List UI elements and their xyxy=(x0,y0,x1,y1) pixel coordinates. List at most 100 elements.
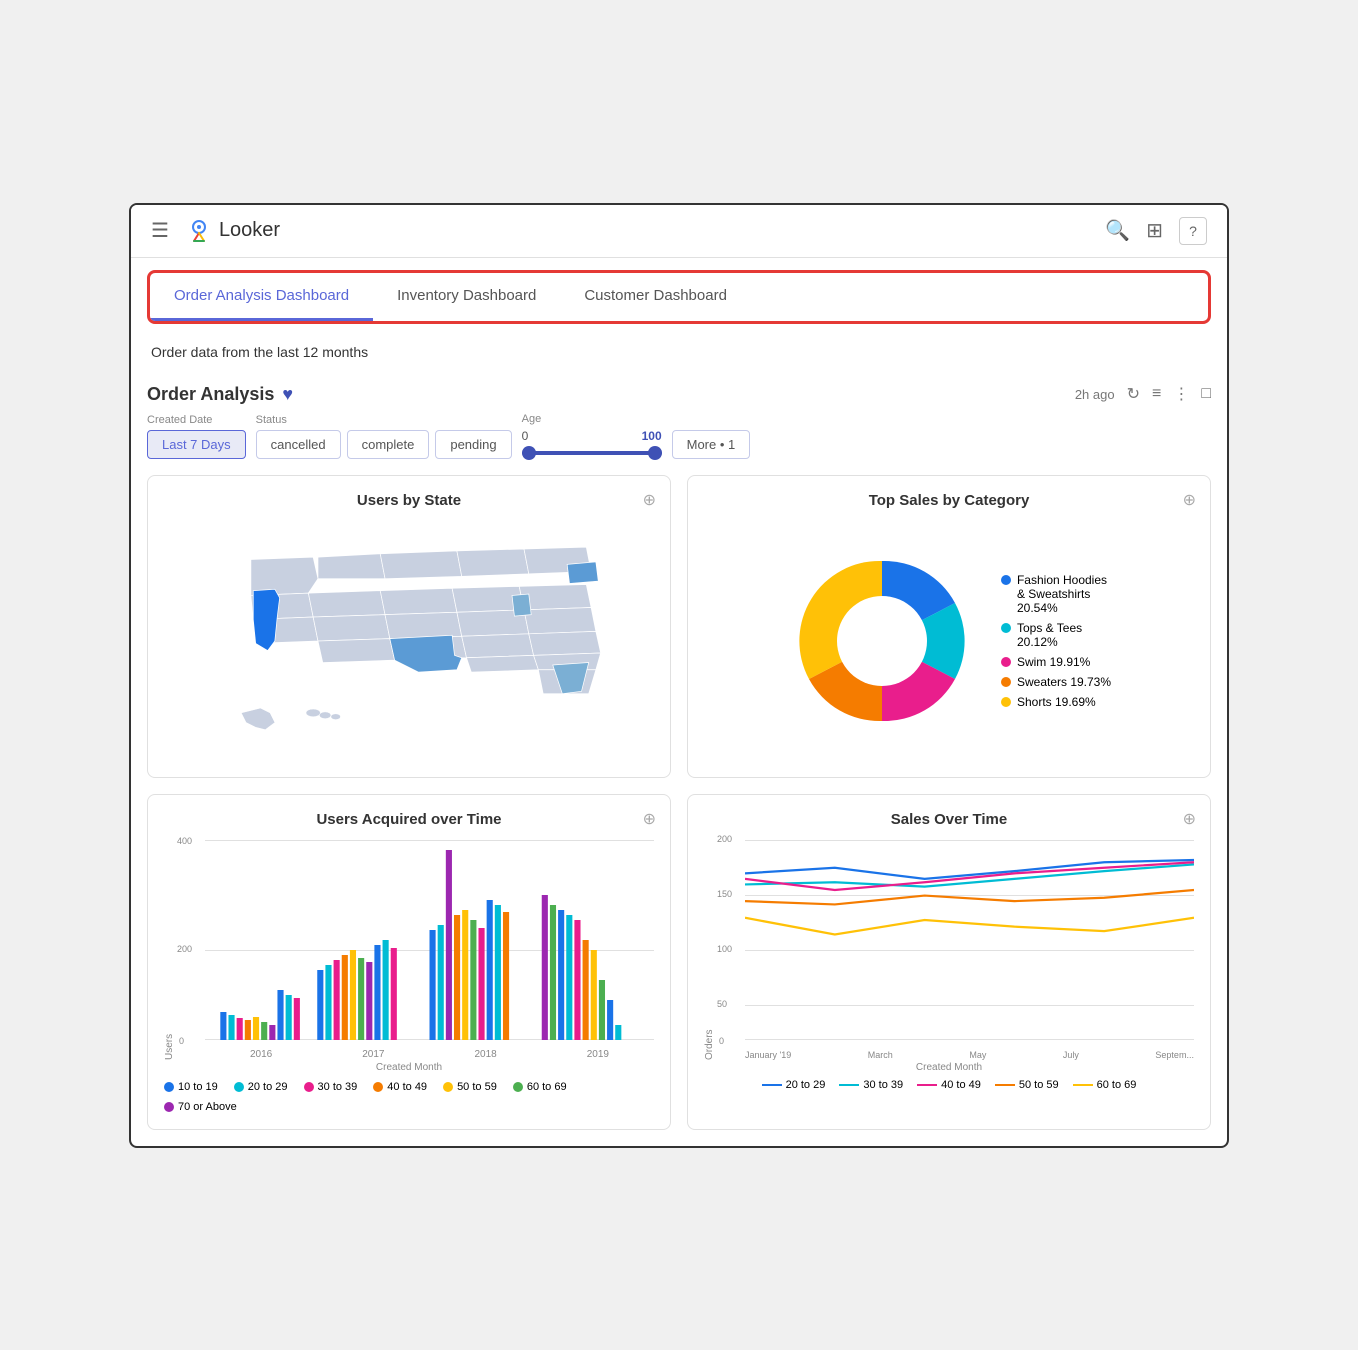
usa-map xyxy=(179,521,639,761)
tab-inventory[interactable]: Inventory Dashboard xyxy=(373,273,560,321)
dot-50-59 xyxy=(443,1082,453,1092)
sweaters-dot xyxy=(1001,677,1011,687)
swim-dot xyxy=(1001,657,1011,667)
line-chart-inner: 200 150 100 50 0 xyxy=(717,840,1194,1060)
legend-swim: Swim 19.91% xyxy=(1001,655,1111,669)
y-axis-label-orders: Orders xyxy=(704,840,715,1060)
line-chart-wrapper: Orders 200 150 100 50 0 xyxy=(704,840,1194,1060)
users-by-state-globe-icon[interactable]: ⊕ xyxy=(643,490,656,510)
legend-20-29: 20 to 29 xyxy=(234,1081,288,1093)
sales-globe-icon[interactable]: ⊕ xyxy=(1183,809,1196,829)
age-filter: Age 0 100 xyxy=(522,413,662,459)
legend-tops-tees: Tops & Tees20.12% xyxy=(1001,621,1111,649)
logo: Looker xyxy=(185,217,280,245)
tab-order-analysis[interactable]: Order Analysis Dashboard xyxy=(150,273,373,321)
dot-40-49 xyxy=(373,1082,383,1092)
tops-tees-label: Tops & Tees20.12% xyxy=(1017,621,1082,649)
legend-40-49: 40 to 49 xyxy=(373,1081,427,1093)
looker-logo-icon xyxy=(185,217,213,245)
x-label-2017: 2017 xyxy=(362,1049,384,1060)
tab-customer[interactable]: Customer Dashboard xyxy=(560,273,751,321)
more-filters-btn[interactable]: More • 1 xyxy=(672,430,751,459)
users-acquired-globe-icon[interactable]: ⊕ xyxy=(643,809,656,829)
folder-icon[interactable]: □ xyxy=(1201,385,1211,403)
age-slider[interactable] xyxy=(522,451,662,455)
heart-icon[interactable]: ♥ xyxy=(282,384,293,405)
pending-btn[interactable]: pending xyxy=(435,430,511,459)
dot-70-above xyxy=(164,1102,174,1112)
legend-60-69: 60 to 69 xyxy=(513,1081,567,1093)
filter-icon[interactable]: ≡ xyxy=(1152,385,1161,403)
bar-group-2019 xyxy=(542,895,622,1040)
dot-20-29 xyxy=(234,1082,244,1092)
line-label-30-39: 30 to 39 xyxy=(863,1079,903,1091)
search-button[interactable]: 🔍 xyxy=(1105,218,1130,243)
age-min: 0 xyxy=(522,429,529,443)
tops-tees-dot xyxy=(1001,623,1011,633)
section-meta: 2h ago ↻ ≡ ⋮ □ xyxy=(1075,384,1211,404)
age-label: Age xyxy=(522,413,662,425)
shorts-dot xyxy=(1001,697,1011,707)
line-dash-60-69 xyxy=(1073,1084,1093,1086)
sales-over-time-card: Sales Over Time ⊕ Orders 200 150 10 xyxy=(687,794,1211,1130)
line-dash-30-39 xyxy=(839,1084,859,1086)
help-button[interactable]: ? xyxy=(1179,217,1207,245)
line-legend-60-69: 60 to 69 xyxy=(1073,1079,1137,1091)
x-label-2016: 2016 xyxy=(250,1049,272,1060)
top-sales-title: Top Sales by Category xyxy=(704,492,1194,509)
charts-grid: Users by State ⊕ xyxy=(147,475,1211,1130)
slider-thumb-right[interactable] xyxy=(648,446,662,460)
legend-30-39: 30 to 39 xyxy=(304,1081,358,1093)
line-dash-50-59 xyxy=(995,1084,1015,1086)
line-legend-20-29: 20 to 29 xyxy=(762,1079,826,1091)
complete-btn[interactable]: complete xyxy=(347,430,430,459)
sweaters-label: Sweaters 19.73% xyxy=(1017,675,1111,689)
age-values: 0 100 xyxy=(522,429,662,443)
created-date-filter: Created Date Last 7 Days xyxy=(147,414,246,459)
top-sales-card: Top Sales by Category ⊕ xyxy=(687,475,1211,778)
line-label-50-59: 50 to 59 xyxy=(1019,1079,1059,1091)
dot-10-19 xyxy=(164,1082,174,1092)
timestamp: 2h ago xyxy=(1075,387,1115,402)
app-name: Looker xyxy=(219,219,280,242)
shorts-label: Shorts 19.69% xyxy=(1017,695,1096,709)
created-date-label: Created Date xyxy=(147,414,246,426)
hamburger-menu[interactable]: ☰ xyxy=(151,218,169,243)
legend-10-19: 10 to 19 xyxy=(164,1081,218,1093)
line-y-200: 200 xyxy=(717,834,732,844)
subtitle: Order data from the last 12 months xyxy=(131,336,1227,372)
top-bar-left: ☰ Looker xyxy=(151,217,280,245)
tabs-container: Order Analysis Dashboard Inventory Dashb… xyxy=(147,270,1211,324)
line-chart-svg xyxy=(745,840,1194,1040)
top-bar: ☰ Looker 🔍 ⊞ ? xyxy=(131,205,1227,258)
refresh-icon[interactable]: ↻ xyxy=(1127,384,1140,404)
line-legend-50-59: 50 to 59 xyxy=(995,1079,1059,1091)
x-sep: Septem... xyxy=(1155,1050,1194,1060)
cancelled-btn[interactable]: cancelled xyxy=(256,430,341,459)
alaska-state xyxy=(241,708,275,730)
line-y-0: 0 xyxy=(719,1036,724,1046)
age-max: 100 xyxy=(642,429,662,443)
more-options-icon[interactable]: ⋮ xyxy=(1173,384,1189,404)
line-legend-40-49: 40 to 49 xyxy=(917,1079,981,1091)
x-jul: July xyxy=(1063,1050,1079,1060)
section-title: Order Analysis ♥ xyxy=(147,384,293,405)
hawaii-state xyxy=(306,709,341,720)
x-jan: January '19 xyxy=(745,1050,791,1060)
x-may: May xyxy=(969,1050,986,1060)
fashion-hoodies-label: Fashion Hoodies& Sweatshirts20.54% xyxy=(1017,573,1107,615)
line-chart-legend: 20 to 29 30 to 39 40 to 49 50 to 59 xyxy=(704,1079,1194,1091)
label-20-29: 20 to 29 xyxy=(248,1081,288,1093)
last-7-days-btn[interactable]: Last 7 Days xyxy=(147,430,246,459)
dot-60-69 xyxy=(513,1082,523,1092)
slider-thumb-left[interactable] xyxy=(522,446,536,460)
donut-legend: Fashion Hoodies& Sweatshirts20.54% Tops … xyxy=(1001,573,1111,709)
marketplace-button[interactable]: ⊞ xyxy=(1146,218,1163,243)
texas-state xyxy=(390,635,462,672)
line-legend-30-39: 30 to 39 xyxy=(839,1079,903,1091)
bar-group-2018 xyxy=(430,850,510,1040)
x-axis-labels: 2016 2017 2018 2019 xyxy=(205,1049,654,1060)
line-label-40-49: 40 to 49 xyxy=(941,1079,981,1091)
label-60-69: 60 to 69 xyxy=(527,1081,567,1093)
top-sales-globe-icon[interactable]: ⊕ xyxy=(1183,490,1196,510)
